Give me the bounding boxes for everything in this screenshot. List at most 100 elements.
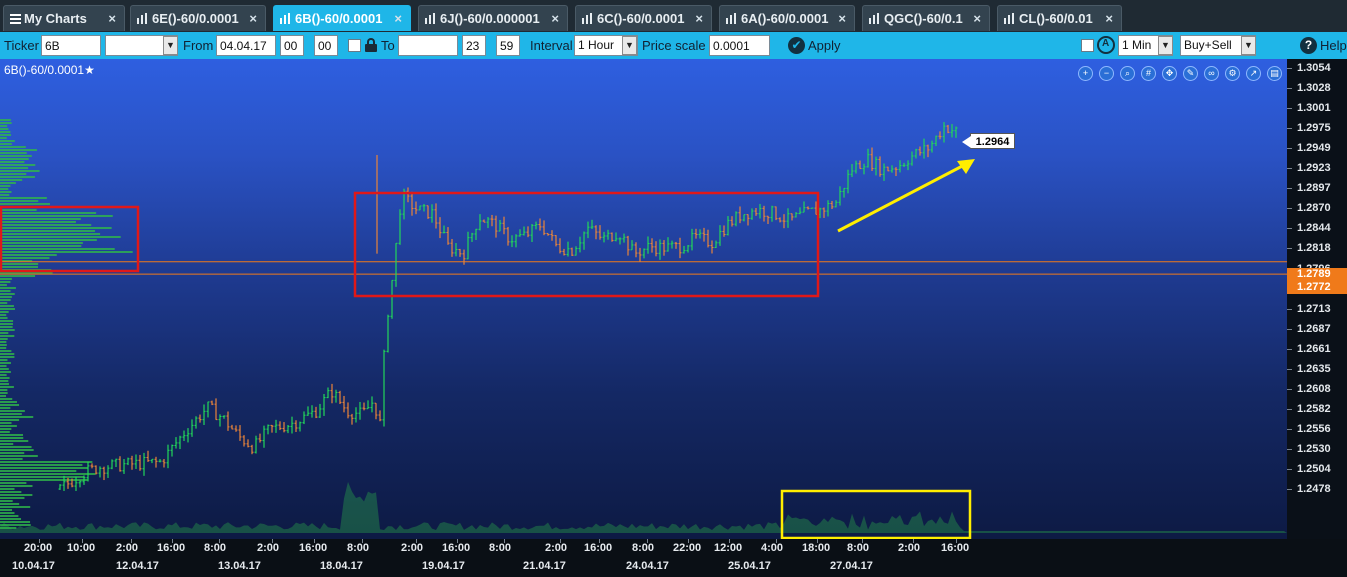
tab-6b[interactable]: 6B()-60/0.0001 × xyxy=(273,5,411,31)
chevron-down-icon[interactable]: ▼ xyxy=(622,36,637,55)
lock-icon[interactable] xyxy=(365,38,377,52)
to-min-input[interactable] xyxy=(496,35,520,56)
volume-histogram xyxy=(0,481,1287,533)
volume-profile-bar xyxy=(0,449,34,451)
chart-title: 6B()-60/0.0001★ xyxy=(4,63,95,77)
close-icon[interactable]: × xyxy=(1105,11,1113,26)
volume-profile-bar xyxy=(0,386,14,388)
tab-label: 6J()-60/0.000001 xyxy=(440,11,540,26)
ticker-input[interactable] xyxy=(41,35,101,56)
time-axis[interactable]: 20:00 10:00 2:00 16:00 8:00 2:00 16:00 8:00 2:00… xyxy=(0,539,1347,577)
from-min-input[interactable] xyxy=(314,35,338,56)
chevron-down-icon[interactable]: ▼ xyxy=(163,36,178,55)
volume-profile-bar xyxy=(0,362,11,364)
time-tick-label: 2:00 xyxy=(257,542,280,554)
volume-profile-bar xyxy=(0,419,20,421)
from-date-input[interactable] xyxy=(216,35,276,56)
to-checkbox[interactable] xyxy=(348,39,361,52)
tab-bar: My Charts × 6E()-60/0.0001 × 6B()-60/0.0… xyxy=(0,0,1347,32)
tab-qgc[interactable]: QGC()-60/0.1 × xyxy=(862,5,990,31)
auto-sync-icon[interactable] xyxy=(1097,36,1115,54)
bar-chart-icon xyxy=(869,13,881,24)
time-tick-label: 2:00 xyxy=(545,542,568,554)
volume-profile-bar xyxy=(0,401,17,403)
close-icon[interactable]: × xyxy=(838,11,846,26)
volume-profile-bar xyxy=(0,482,27,484)
ticker-label: Ticker xyxy=(4,38,39,53)
volume-profile-bar xyxy=(0,347,7,349)
pan-icon[interactable]: ✥ xyxy=(1162,66,1177,81)
tab-my-charts[interactable]: My Charts × xyxy=(3,5,125,31)
price-tick-mark xyxy=(1287,128,1292,130)
close-icon[interactable]: × xyxy=(551,11,559,26)
price-scale-input[interactable] xyxy=(709,35,770,56)
tab-6j[interactable]: 6J()-60/0.000001 × xyxy=(418,5,568,31)
print-icon[interactable]: ▤ xyxy=(1267,66,1282,81)
apply-button[interactable]: Apply xyxy=(808,38,841,53)
date-tick-label: 13.04.17 xyxy=(218,560,261,572)
volume-profile-bar xyxy=(0,323,13,325)
draw-icon[interactable]: ✎ xyxy=(1183,66,1198,81)
price-tick-label: 1.2713 xyxy=(1297,302,1331,315)
settings-icon[interactable]: ⚙ xyxy=(1225,66,1240,81)
link-icon[interactable]: ∞ xyxy=(1204,66,1219,81)
help-icon[interactable]: ? xyxy=(1300,37,1317,54)
volume-profile-bar xyxy=(0,200,39,202)
close-icon[interactable]: × xyxy=(695,11,703,26)
time-tick-label: 16:00 xyxy=(442,542,471,554)
time-tick-label: 2:00 xyxy=(401,542,424,554)
to-hour-input[interactable] xyxy=(462,35,486,56)
grid-icon[interactable]: # xyxy=(1141,66,1156,81)
sync-checkbox[interactable] xyxy=(1081,39,1094,52)
volume-profile-bar xyxy=(0,179,23,181)
volume-profile-bar xyxy=(0,305,14,307)
price-tick-label: 1.2844 xyxy=(1297,222,1331,235)
tab-cl[interactable]: CL()-60/0.01 × xyxy=(997,5,1122,31)
price-tick-mark xyxy=(1287,328,1292,330)
tab-6e[interactable]: 6E()-60/0.0001 × xyxy=(130,5,266,31)
price-tick-label: 1.2687 xyxy=(1297,322,1331,335)
tab-6c[interactable]: 6C()-60/0.0001 × xyxy=(575,5,712,31)
price-tick-mark xyxy=(1287,108,1292,110)
zoom-reset-icon[interactable]: ⌕ xyxy=(1120,66,1135,81)
zoom-in-icon[interactable]: + xyxy=(1078,66,1093,81)
volume-profile-bar xyxy=(0,254,57,256)
from-hour-input[interactable] xyxy=(280,35,304,56)
time-tick-label: 20:00 xyxy=(24,542,53,554)
price-tick-label: 1.2975 xyxy=(1297,122,1331,135)
tab-label: QGC()-60/0.1 xyxy=(884,11,963,26)
volume-profile-bar xyxy=(0,467,88,469)
close-icon[interactable]: × xyxy=(108,11,116,26)
close-icon[interactable]: × xyxy=(394,11,402,26)
volume-profile-bar xyxy=(0,194,10,196)
volume-profile-bar xyxy=(0,512,15,514)
star-icon[interactable]: ★ xyxy=(84,63,95,77)
volume-profile-bar xyxy=(0,233,101,235)
price-axis[interactable]: 1.3054 1.3028 1.3001 1.2975 1.2949 1.2923 1.28… xyxy=(1287,59,1347,539)
close-icon[interactable]: × xyxy=(249,11,257,26)
volume-profile-bar xyxy=(0,128,9,130)
volume-profile-bar xyxy=(0,278,12,280)
time-tick-mark xyxy=(219,539,220,543)
close-icon[interactable]: × xyxy=(973,11,981,26)
price-tick-mark xyxy=(1287,228,1292,230)
volume-profile-bar xyxy=(0,239,97,241)
tab-6a[interactable]: 6A()-60/0.0001 × xyxy=(719,5,855,31)
volume-profile-bar xyxy=(0,266,38,268)
volume-profile-bar xyxy=(0,149,37,151)
volume-profile-bar xyxy=(0,245,82,247)
price-chart[interactable] xyxy=(0,59,1287,539)
tab-label: 6B()-60/0.0001 xyxy=(295,11,383,26)
time-tick-mark xyxy=(272,539,273,543)
check-icon[interactable]: ✔ xyxy=(788,37,805,54)
chevron-down-icon[interactable]: ▼ xyxy=(1241,36,1256,55)
to-date-input[interactable] xyxy=(398,35,458,56)
volume-profile-bar xyxy=(0,173,27,175)
trend-arrow-line xyxy=(837,160,971,233)
export-icon[interactable]: ↗ xyxy=(1246,66,1261,81)
zoom-out-icon[interactable]: − xyxy=(1099,66,1114,81)
volume-profile-bar xyxy=(0,506,31,508)
help-link[interactable]: Help xyxy=(1320,38,1347,53)
volume-profile-bar xyxy=(0,143,12,145)
chevron-down-icon[interactable]: ▼ xyxy=(1158,36,1173,55)
